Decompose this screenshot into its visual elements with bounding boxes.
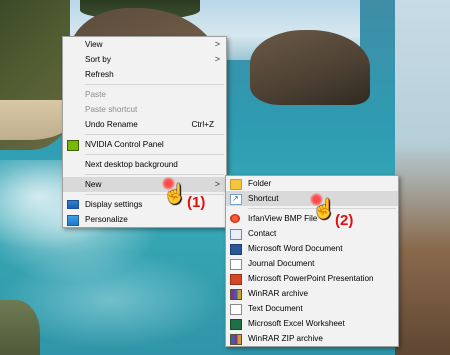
menu-item-label: Next desktop background bbox=[85, 160, 178, 169]
submenu-item-word-document[interactable]: Microsoft Word Document bbox=[226, 241, 398, 256]
menu-item-sort-by[interactable]: Sort by > bbox=[63, 52, 226, 67]
menu-item-paste-shortcut: Paste shortcut bbox=[63, 102, 226, 117]
step-2-label: (2) bbox=[335, 212, 354, 229]
pointer-hand-icon: ☝ bbox=[163, 184, 187, 205]
menu-item-refresh[interactable]: Refresh bbox=[63, 67, 226, 82]
submenu-item-excel-worksheet[interactable]: Microsoft Excel Worksheet bbox=[226, 316, 398, 331]
menu-separator bbox=[85, 84, 224, 85]
submenu-arrow-icon: > bbox=[214, 54, 220, 64]
personalize-icon bbox=[67, 215, 79, 226]
menu-item-label: NVIDIA Control Panel bbox=[85, 140, 164, 149]
folder-icon bbox=[230, 179, 242, 190]
submenu-item-winrar-archive[interactable]: WinRAR archive bbox=[226, 286, 398, 301]
winrar-icon bbox=[230, 289, 242, 300]
menu-item-label: Text Document bbox=[248, 304, 303, 313]
menu-separator bbox=[85, 154, 224, 155]
wallpaper-rock-right bbox=[250, 30, 370, 105]
menu-item-label: Folder bbox=[248, 179, 272, 188]
word-icon bbox=[230, 244, 242, 255]
menu-separator bbox=[85, 134, 224, 135]
menu-separator bbox=[85, 174, 224, 175]
submenu-arrow-icon: > bbox=[214, 39, 220, 49]
menu-item-label: Shortcut bbox=[248, 194, 279, 203]
menu-item-label: View bbox=[85, 40, 103, 49]
menu-item-undo-rename[interactable]: Undo Rename Ctrl+Z bbox=[63, 117, 226, 132]
submenu-item-journal-document[interactable]: Journal Document bbox=[226, 256, 398, 271]
wallpaper-cliff bbox=[395, 0, 450, 355]
excel-icon bbox=[230, 319, 242, 330]
submenu-item-winrar-zip-archive[interactable]: WinRAR ZIP archive bbox=[226, 331, 398, 346]
menu-item-label: WinRAR ZIP archive bbox=[248, 334, 323, 343]
menu-item-label: Paste shortcut bbox=[85, 105, 138, 114]
menu-item-label: Sort by bbox=[85, 55, 111, 64]
menu-item-label: Display settings bbox=[85, 200, 143, 209]
menu-item-label: Microsoft Excel Worksheet bbox=[248, 319, 345, 328]
wallpaper-shore bbox=[0, 300, 40, 355]
nvidia-icon bbox=[67, 140, 79, 151]
submenu-item-powerpoint-presentation[interactable]: Microsoft PowerPoint Presentation bbox=[226, 271, 398, 286]
submenu-arrow-icon: > bbox=[214, 179, 220, 189]
submenu-item-folder[interactable]: Folder bbox=[226, 176, 398, 191]
submenu-item-text-document[interactable]: Text Document bbox=[226, 301, 398, 316]
menu-item-label: New bbox=[85, 180, 102, 189]
contact-icon bbox=[230, 229, 242, 240]
powerpoint-icon bbox=[230, 274, 242, 285]
pointer-hand-icon: ☝ bbox=[312, 199, 336, 220]
menu-item-label: Journal Document bbox=[248, 259, 315, 268]
keyboard-shortcut: Ctrl+Z bbox=[191, 120, 214, 129]
menu-item-personalize[interactable]: Personalize bbox=[63, 212, 226, 227]
journal-icon bbox=[230, 259, 242, 270]
irfanview-icon bbox=[230, 214, 240, 223]
menu-item-label: Paste bbox=[85, 90, 106, 99]
menu-item-label: Microsoft Word Document bbox=[248, 244, 343, 253]
shortcut-icon bbox=[230, 191, 242, 206]
menu-item-label: Undo Rename bbox=[85, 120, 138, 129]
winrar-zip-icon bbox=[230, 334, 242, 345]
menu-item-label: Personalize bbox=[85, 215, 128, 224]
display-settings-icon bbox=[67, 200, 79, 209]
step-1-label: (1) bbox=[187, 194, 206, 211]
menu-item-view[interactable]: View > bbox=[63, 37, 226, 52]
submenu-item-contact[interactable]: Contact bbox=[226, 226, 398, 241]
text-document-icon bbox=[230, 304, 242, 315]
menu-item-label: WinRAR archive bbox=[248, 289, 309, 298]
menu-item-new[interactable]: New > bbox=[63, 177, 226, 192]
menu-item-nvidia-control-panel[interactable]: NVIDIA Control Panel bbox=[63, 137, 226, 152]
menu-item-label: Microsoft PowerPoint Presentation bbox=[248, 274, 374, 283]
menu-item-label: Contact bbox=[248, 229, 277, 238]
menu-item-label: IrfanView BMP File bbox=[248, 214, 318, 223]
menu-item-label: Refresh bbox=[85, 70, 114, 79]
menu-item-paste: Paste bbox=[63, 87, 226, 102]
menu-item-next-desktop-background[interactable]: Next desktop background bbox=[63, 157, 226, 172]
